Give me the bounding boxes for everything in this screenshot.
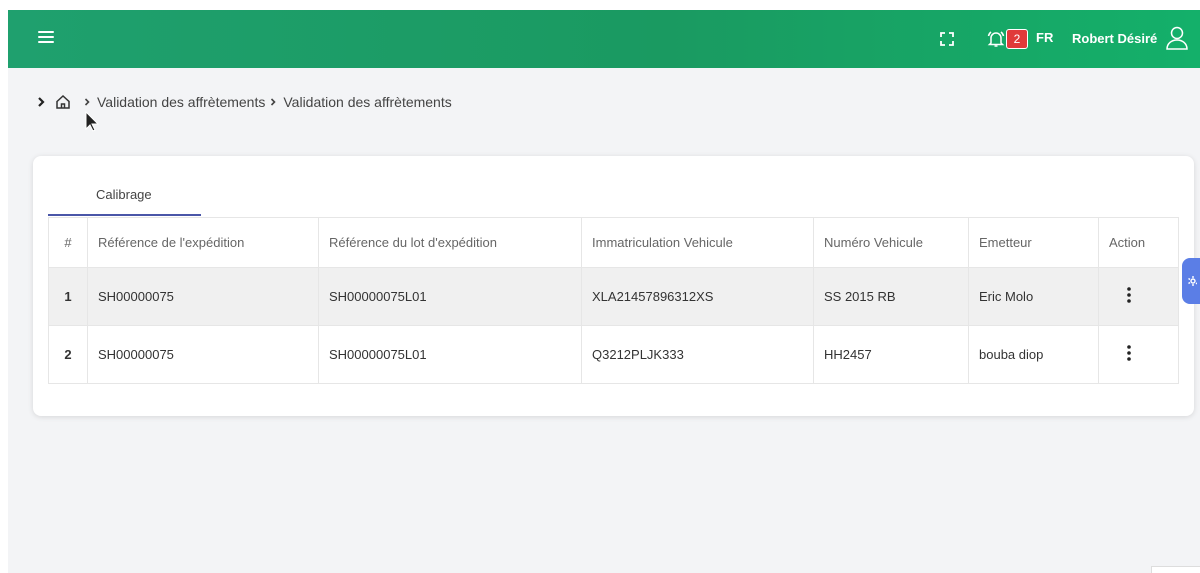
column-header: #	[48, 217, 88, 268]
column-header[interactable]: Référence du lot d'expédition	[318, 217, 582, 268]
chevron-right-icon	[38, 97, 45, 107]
settings-icon	[1188, 276, 1197, 286]
column-header: Action	[1098, 217, 1179, 268]
notification-badge: 2	[1006, 29, 1028, 49]
chevron-right-icon	[271, 98, 277, 106]
fullscreen-icon[interactable]	[940, 32, 954, 46]
settings-side-tab[interactable]	[1182, 258, 1200, 304]
row-number: 1	[48, 267, 88, 326]
breadcrumb: Validation des affrètements Validation d…	[36, 94, 452, 110]
cell-ref-lot: SH00000075L01	[318, 325, 582, 384]
column-header[interactable]: Numéro Vehicule	[813, 217, 969, 268]
user-name[interactable]: Robert Désiré	[1072, 31, 1157, 46]
bell-icon[interactable]	[987, 30, 1005, 48]
top-navbar: 2 FR Robert Désiré	[8, 10, 1200, 68]
table-row[interactable]: 1 SH00000075 SH00000075L01 XLA2145789631…	[48, 267, 1179, 326]
cell-emetteur: Eric Molo	[968, 267, 1099, 326]
app-frame: 2 FR Robert Désiré Validation des affrèt…	[8, 10, 1200, 573]
language-selector[interactable]: FR	[1036, 30, 1053, 45]
cell-immatriculation: Q3212PLJK333	[581, 325, 814, 384]
content-card: Calibrage # Référence de l'expédition Ré…	[33, 156, 1194, 416]
mouse-cursor-icon	[85, 111, 99, 132]
cell-immatriculation: XLA21457896312XS	[581, 267, 814, 326]
breadcrumb-item[interactable]: Validation des affrètements	[97, 94, 265, 110]
cell-emetteur: bouba diop	[968, 325, 1099, 384]
menu-icon[interactable]	[38, 31, 54, 45]
cell-ref-lot: SH00000075L01	[318, 267, 582, 326]
column-header[interactable]: Référence de l'expédition	[87, 217, 319, 268]
tab-calibrage[interactable]: Calibrage	[48, 176, 201, 216]
cell-action	[1098, 267, 1179, 326]
column-header[interactable]: Immatriculation Vehicule	[581, 217, 814, 268]
user-icon[interactable]	[1166, 26, 1188, 50]
table-header-row: # Référence de l'expédition Référence du…	[48, 217, 1179, 268]
chevron-right-icon	[84, 98, 90, 106]
cell-ref-expedition: SH00000075	[87, 267, 319, 326]
breadcrumb-current: Validation des affrètements	[283, 94, 452, 110]
column-header[interactable]: Emetteur	[968, 217, 1099, 268]
cell-numero-vehicule: SS 2015 RB	[813, 267, 969, 326]
row-number: 2	[48, 325, 88, 384]
cell-action	[1098, 325, 1179, 384]
home-icon[interactable]	[55, 94, 71, 110]
table-row[interactable]: 2 SH00000075 SH00000075L01 Q3212PLJK333 …	[48, 325, 1179, 384]
shipments-table: # Référence de l'expédition Référence du…	[48, 217, 1179, 384]
corner-widget	[1151, 566, 1200, 573]
cell-ref-expedition: SH00000075	[87, 325, 319, 384]
cell-numero-vehicule: HH2457	[813, 325, 969, 384]
kebab-menu-icon[interactable]	[1127, 287, 1131, 303]
kebab-menu-icon[interactable]	[1127, 345, 1131, 361]
